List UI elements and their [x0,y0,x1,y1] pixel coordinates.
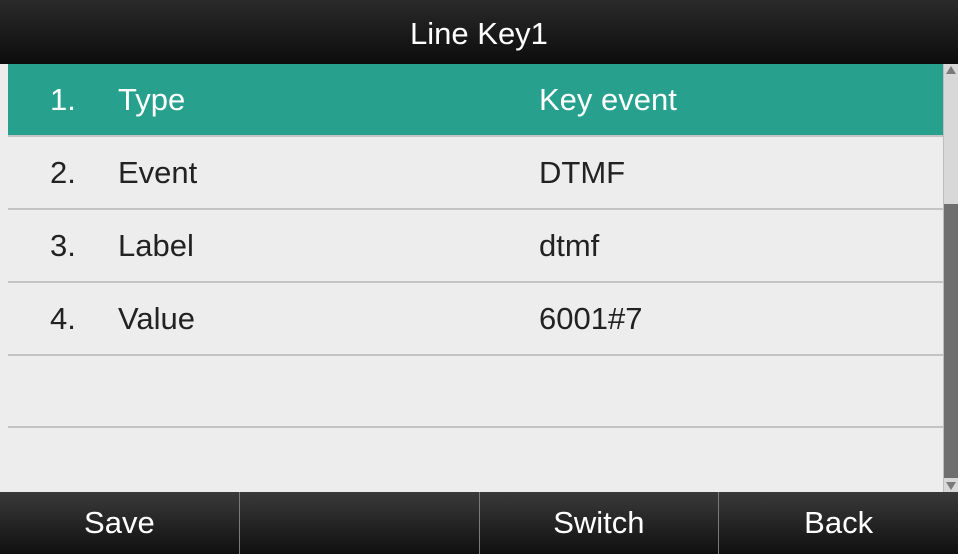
item-value[interactable]: Key event [539,82,677,118]
list-item-label[interactable]: 3. Label dtmf [8,210,943,283]
softkey-label: Switch [553,505,645,540]
back-softkey[interactable]: Back [719,492,958,554]
item-value[interactable]: DTMF [539,155,625,191]
item-value[interactable]: 6001#7 [539,301,642,337]
list-item-type[interactable]: 1. Type Key event [8,64,943,137]
phone-screen: Line Key1 1. Type Key event 2. Event DTM… [0,0,958,554]
empty-row [8,356,943,428]
softkey-label: Back [804,505,874,540]
item-number: 3. [50,227,76,263]
softkey-label: Save [84,505,155,540]
item-label: Type [118,81,186,117]
item-label: Event [118,154,198,190]
item-number: 2. [50,154,76,190]
list-item-value[interactable]: 4. Value 6001#7 [8,283,943,356]
scroll-up-arrow-icon[interactable] [946,66,956,74]
empty-softkey[interactable] [240,492,480,554]
scroll-thumb[interactable] [944,204,958,478]
softkey-bar: Save Switch Back [0,492,958,554]
item-value[interactable]: dtmf [539,228,599,264]
item-number: 4. [50,300,76,336]
scrollbar[interactable] [943,64,958,492]
item-number: 1. [50,81,76,117]
settings-list: 1. Type Key event 2. Event DTMF 3. Label… [8,64,943,492]
scroll-down-arrow-icon[interactable] [946,482,956,490]
item-label: Label [118,227,194,263]
switch-softkey[interactable]: Switch [480,492,720,554]
title-bar: Line Key1 [0,0,958,64]
item-label: Value [118,300,195,336]
save-softkey[interactable]: Save [0,492,240,554]
list-item-event[interactable]: 2. Event DTMF [8,137,943,210]
empty-row [8,428,943,498]
page-title: Line Key1 [410,16,548,51]
